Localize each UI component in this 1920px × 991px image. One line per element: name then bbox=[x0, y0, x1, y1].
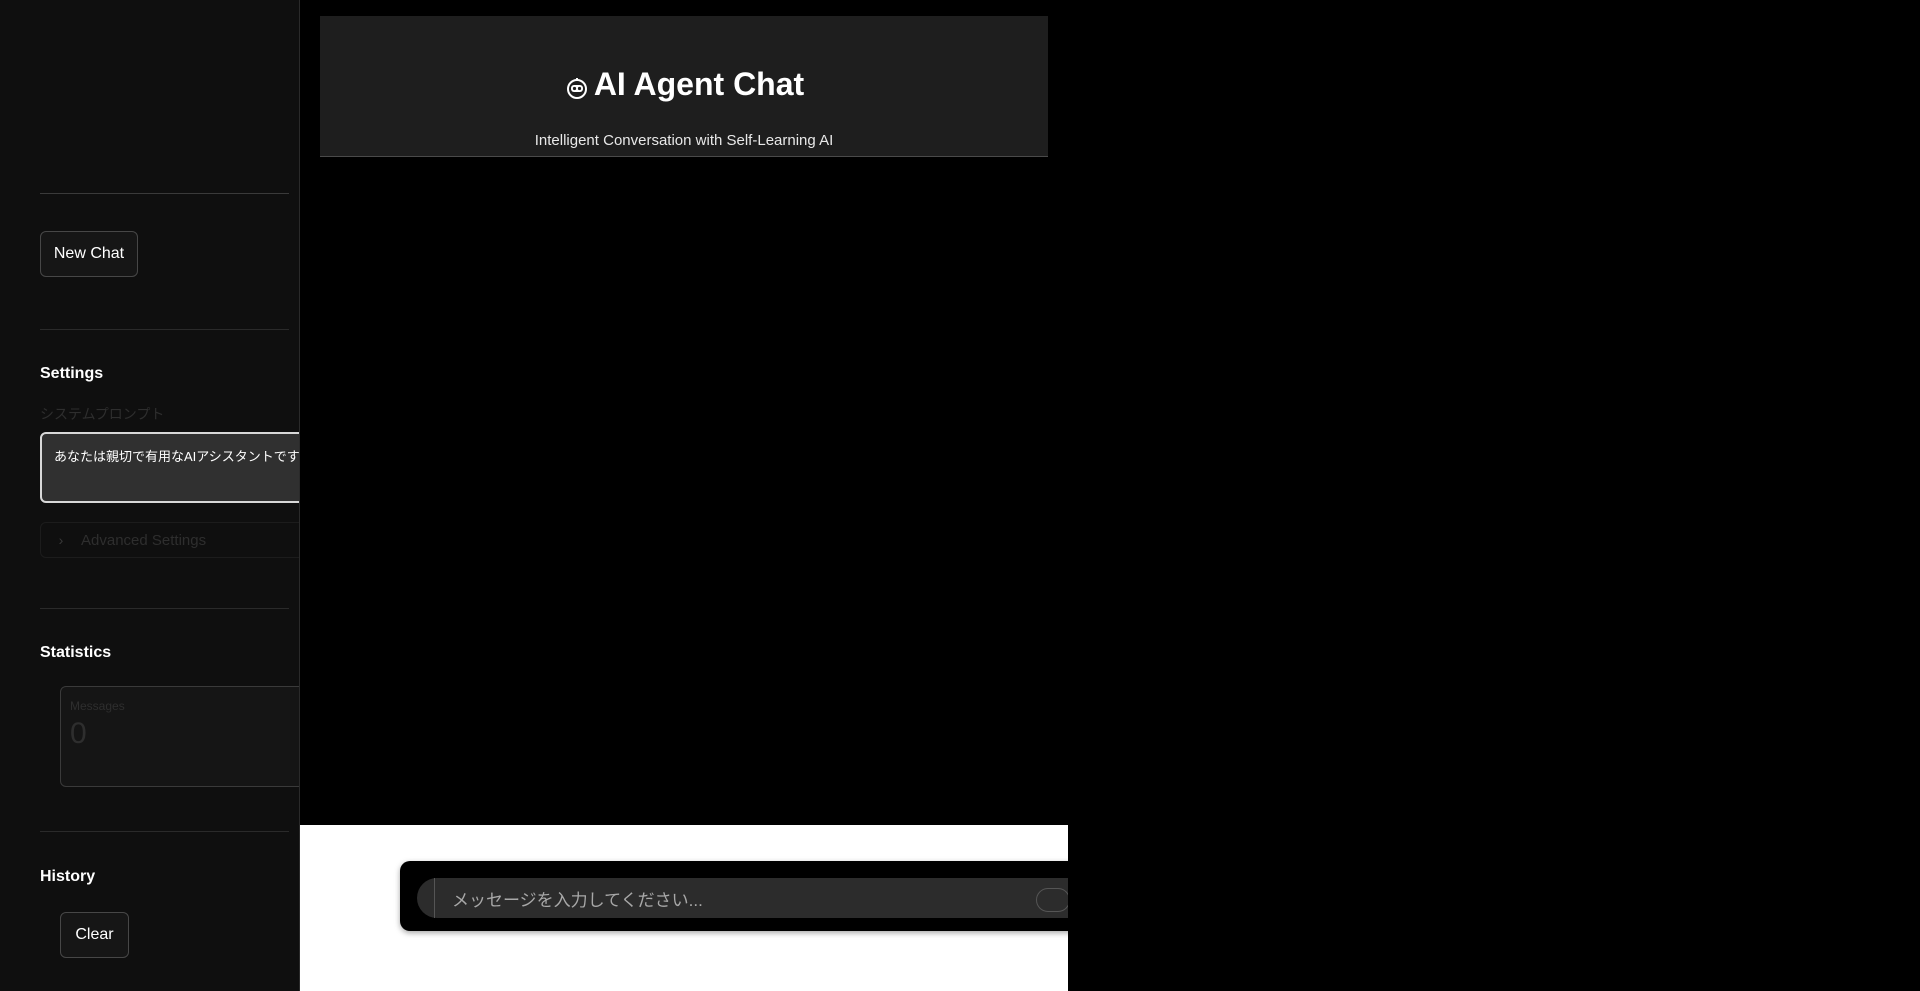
page-title: AI Agent Chat bbox=[320, 66, 1048, 103]
chat-input[interactable]: メッセージを入力してください... bbox=[417, 878, 1068, 918]
history-title: History bbox=[40, 868, 96, 885]
chat-input-container: メッセージを入力してください... bbox=[400, 861, 1068, 931]
new-chat-button[interactable]: New Chat bbox=[40, 231, 138, 277]
sidebar-divider-statistics bbox=[40, 608, 289, 609]
messages-metric-value: 0 bbox=[70, 717, 87, 750]
page-title-text: AI Agent Chat bbox=[593, 66, 805, 102]
messages-metric-label: Messages bbox=[70, 699, 125, 713]
advanced-settings-expander[interactable]: › Advanced Settings bbox=[40, 522, 299, 558]
chat-input-placeholder: メッセージを入力してください... bbox=[452, 890, 703, 910]
chat-input-edge bbox=[417, 878, 435, 918]
send-button[interactable] bbox=[1036, 888, 1068, 912]
chat-input-area: メッセージを入力してください... bbox=[300, 825, 1068, 991]
settings-title: Settings bbox=[40, 365, 104, 382]
system-prompt-value: あなたは親切で有用なAIアシスタントです。 bbox=[54, 449, 300, 464]
system-prompt-label: システムプロンプト bbox=[40, 406, 165, 422]
chevron-right-icon: › bbox=[58, 532, 64, 548]
app-root: New Chat Settings システムプロンプト あなたは親切で有用なAI… bbox=[0, 0, 1920, 991]
messages-metric: Messages 0 bbox=[60, 686, 299, 787]
statistics-title: Statistics bbox=[40, 644, 112, 661]
sidebar-divider-history bbox=[40, 831, 289, 832]
robot-icon bbox=[564, 72, 590, 99]
clear-history-button[interactable]: Clear bbox=[60, 912, 129, 958]
sidebar-divider-settings bbox=[40, 329, 289, 330]
sidebar: New Chat Settings システムプロンプト あなたは親切で有用なAI… bbox=[0, 0, 300, 991]
advanced-settings-label: Advanced Settings bbox=[81, 531, 207, 549]
page-subtitle: Intelligent Conversation with Self-Learn… bbox=[534, 132, 834, 149]
system-prompt-textarea[interactable]: あなたは親切で有用なAIアシスタントです。 bbox=[40, 432, 300, 503]
chat-header: AI Agent Chat Intelligent Conversation w… bbox=[320, 16, 1048, 157]
sidebar-divider-top bbox=[40, 193, 289, 194]
